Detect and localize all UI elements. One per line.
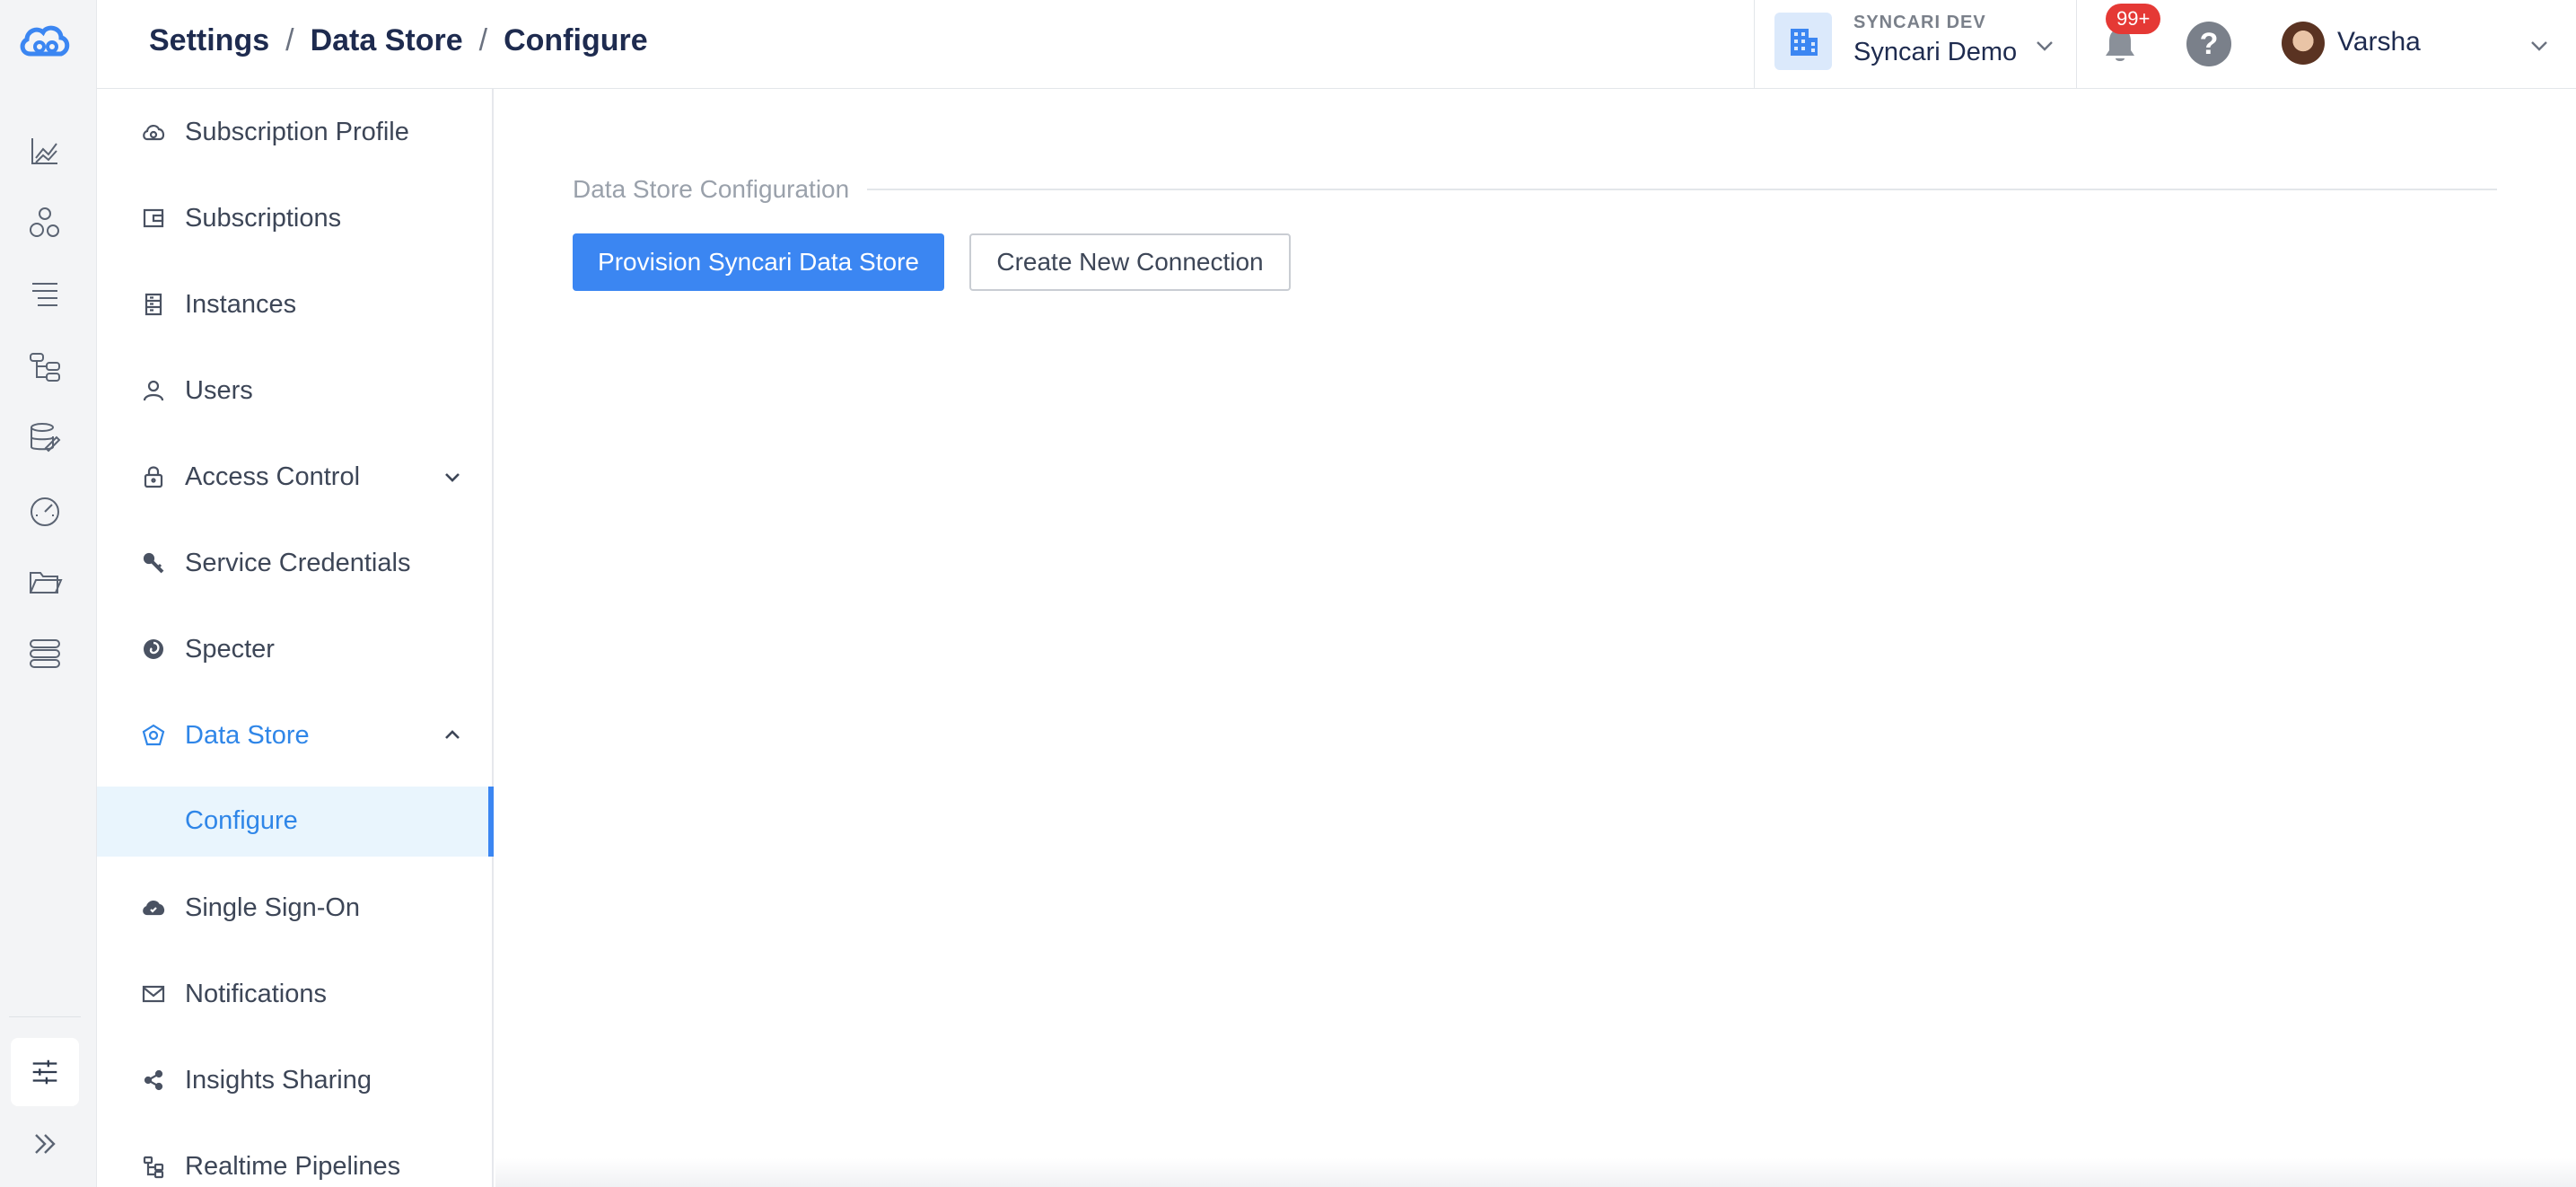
sidebar-item-realtime-pipelines[interactable]: Realtime Pipelines <box>97 1131 494 1187</box>
pipeline-icon <box>140 1153 167 1180</box>
sidebar-item-label: Users <box>185 375 253 405</box>
expand-rail-icon[interactable] <box>27 1126 63 1162</box>
sidebar-item-notifications[interactable]: Notifications <box>97 959 494 1029</box>
org-label: SYNCARI DEV <box>1853 13 1986 32</box>
bubbles-icon[interactable] <box>23 201 66 244</box>
sidebar-item-label: Subscriptions <box>185 203 342 233</box>
sidebar-item-label: Access Control <box>185 462 361 491</box>
settings-sliders-icon[interactable] <box>11 1038 79 1106</box>
cloud-sync-icon <box>140 119 167 145</box>
gauge-icon[interactable] <box>23 488 66 532</box>
flow-icon[interactable] <box>23 345 66 388</box>
sidebar-item-insights-sharing[interactable]: Insights Sharing <box>97 1045 494 1115</box>
sidebar-item-subscription-profile[interactable]: Subscription Profile <box>97 97 494 167</box>
breadcrumb-separator: / <box>285 23 294 57</box>
database-edit-icon[interactable] <box>23 417 66 460</box>
breadcrumb: Settings / Data Store / Configure <box>149 23 648 58</box>
spiral-icon <box>140 636 167 663</box>
user-icon <box>140 377 167 404</box>
sidebar-item-label: Single Sign-On <box>185 892 361 922</box>
create-new-connection-button[interactable]: Create New Connection <box>969 233 1291 291</box>
main-content: Data Store Configuration Provision Synca… <box>495 89 2576 1187</box>
cloud-icon <box>140 894 167 921</box>
sidebar-item-label: Service Credentials <box>185 548 411 577</box>
settings-sidebar: Subscription Profile Subscriptions Insta… <box>97 89 494 1187</box>
wallet-icon <box>140 205 167 232</box>
breadcrumb-settings[interactable]: Settings <box>149 23 269 58</box>
breadcrumb-data-store[interactable]: Data Store <box>311 23 463 58</box>
chevron-down-icon[interactable] <box>442 466 463 488</box>
avatar[interactable] <box>2282 22 2325 65</box>
analytics-icon[interactable] <box>23 129 66 172</box>
lock-icon <box>140 463 167 490</box>
sidebar-item-data-store[interactable]: Data Store <box>97 700 494 770</box>
sidebar-item-label: Subscription Profile <box>185 117 409 146</box>
chevron-down-icon[interactable] <box>2033 34 2056 57</box>
chevron-down-icon[interactable] <box>2528 34 2551 57</box>
share-icon <box>140 1067 167 1094</box>
key-icon <box>140 550 167 576</box>
sidebar-item-specter[interactable]: Specter <box>97 614 494 684</box>
breadcrumb-separator: / <box>478 23 488 57</box>
sidebar-item-label: Instances <box>185 289 297 319</box>
sidebar-item-label: Data Store <box>185 720 310 750</box>
sidebar-item-label: Specter <box>185 634 275 664</box>
section-divider <box>867 189 2497 190</box>
sidebar-item-label: Insights Sharing <box>185 1065 372 1095</box>
sidebar-item-label: Notifications <box>185 979 327 1008</box>
sidebar-subitem-configure[interactable]: Configure <box>97 787 494 857</box>
sidebar-item-label: Configure <box>185 806 298 835</box>
sidebar-item-service-credentials[interactable]: Service Credentials <box>97 528 494 598</box>
breadcrumb-configure: Configure <box>504 23 648 57</box>
help-icon[interactable]: ? <box>2186 22 2231 66</box>
sidebar-item-instances[interactable]: Instances <box>97 269 494 339</box>
server-icon <box>140 291 167 318</box>
sidebar-item-access-control[interactable]: Access Control <box>97 442 494 512</box>
syncari-logo-icon[interactable] <box>16 16 74 66</box>
list-icon[interactable] <box>23 273 66 316</box>
provision-data-store-button[interactable]: Provision Syncari Data Store <box>573 233 944 291</box>
building-icon <box>1774 13 1832 70</box>
folder-icon[interactable] <box>23 560 66 603</box>
stack-icon[interactable] <box>23 632 66 675</box>
notification-badge: 99+ <box>2106 4 2161 34</box>
datastore-icon <box>140 722 167 749</box>
sidebar-item-subscriptions[interactable]: Subscriptions <box>97 183 494 253</box>
mail-icon <box>140 980 167 1007</box>
sidebar-item-single-sign-on[interactable]: Single Sign-On <box>97 873 494 943</box>
icon-rail <box>0 0 97 1187</box>
org-name: Syncari Demo <box>1853 38 2018 66</box>
bottom-fade <box>495 1158 2576 1187</box>
org-switcher[interactable]: SYNCARI DEV Syncari Demo <box>1754 0 2077 89</box>
sidebar-item-users[interactable]: Users <box>97 356 494 426</box>
sidebar-item-label: Realtime Pipelines <box>185 1151 401 1181</box>
rail-divider <box>9 1016 81 1017</box>
section-title: Data Store Configuration <box>573 175 850 203</box>
chevron-up-icon[interactable] <box>442 725 463 746</box>
user-name[interactable]: Varsha <box>2337 27 2421 57</box>
